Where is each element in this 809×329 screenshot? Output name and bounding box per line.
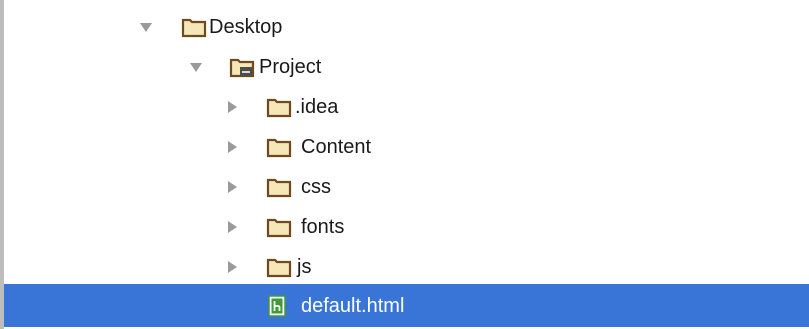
tree-node-project[interactable]: Project — [4, 47, 809, 87]
collapsed-arrow-icon[interactable] — [225, 220, 239, 234]
folder-icon — [266, 216, 292, 238]
tree-node-label: Project — [259, 56, 322, 78]
collapsed-arrow-icon[interactable] — [225, 260, 239, 274]
tree-node-label: default.html — [301, 294, 405, 317]
folder-icon — [181, 16, 207, 38]
collapsed-arrow-icon[interactable] — [225, 100, 239, 114]
collapsed-arrow-icon[interactable] — [225, 140, 239, 154]
folder-icon — [266, 136, 292, 158]
folder-icon — [266, 96, 292, 118]
tree-node-label: Content — [301, 136, 372, 158]
tree-node-idea[interactable]: .idea — [4, 87, 809, 127]
html-file-icon — [266, 294, 288, 317]
expanded-arrow-icon[interactable] — [189, 60, 203, 74]
tree-node-desktop[interactable]: Desktop — [4, 7, 809, 47]
folder-icon — [266, 256, 292, 278]
tree-node-label: .idea — [295, 96, 339, 118]
tree-node-label: Desktop — [209, 16, 283, 38]
tree-node-css[interactable]: css — [4, 167, 809, 207]
tree-node-content[interactable]: Content — [4, 127, 809, 167]
tree-node-fonts[interactable]: fonts — [4, 207, 809, 247]
project-folder-icon — [229, 56, 255, 78]
tree-node-label: js — [297, 256, 312, 278]
expanded-arrow-icon[interactable] — [139, 20, 153, 34]
tree-node-label: css — [301, 176, 331, 198]
tree-node-js[interactable]: js — [4, 247, 809, 287]
tree-node-default-html[interactable]: default.html — [4, 284, 809, 327]
folder-icon — [266, 176, 292, 198]
project-tree: Desktop Project .idea Content css fonts … — [0, 0, 809, 329]
tree-node-label: fonts — [301, 216, 345, 238]
collapsed-arrow-icon[interactable] — [225, 180, 239, 194]
